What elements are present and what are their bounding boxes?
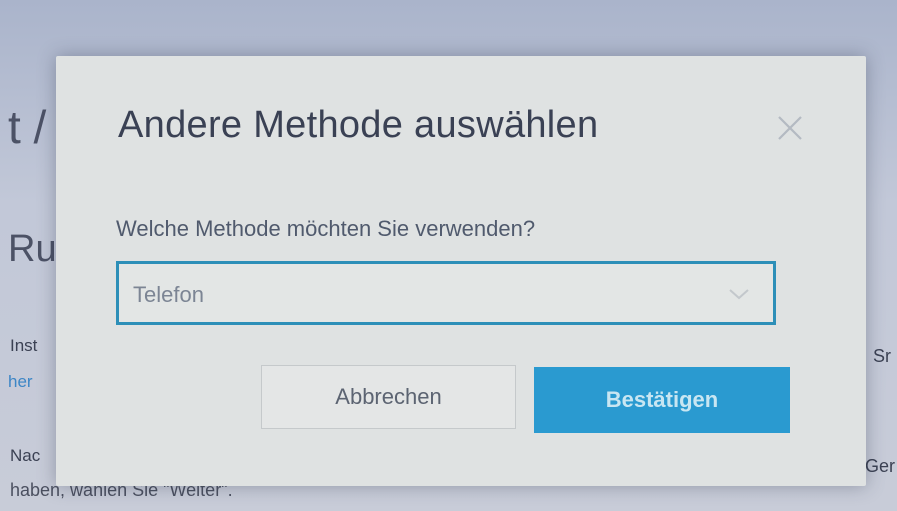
dialog-title: Andere Methode auswählen [118,104,599,146]
background-right-fragment-2: Ger [864,456,895,476]
background-section-heading: Ru [8,228,57,270]
background-page-title: t / [8,101,47,153]
confirm-button[interactable]: Bestätigen [534,367,790,433]
close-button[interactable] [772,110,808,146]
background-right-fragment: Sr [873,346,891,366]
background-instruction-text: Inst [10,336,38,355]
screen: t / Ru Inst her Nac haben, wählen Sie "W… [0,0,897,511]
chevron-down-icon [729,289,749,300]
cancel-button[interactable]: Abbrechen [261,365,516,429]
method-question-label: Welche Methode möchten Sie verwenden? [116,216,536,241]
method-select[interactable]: Telefon [116,261,776,325]
close-icon [778,116,802,140]
background-link[interactable]: her [8,372,33,392]
method-select-value: Telefon [133,282,204,307]
choose-method-dialog: Andere Methode auswählen Welche Methode … [56,56,866,486]
background-paragraph-text: Nac [10,446,41,465]
